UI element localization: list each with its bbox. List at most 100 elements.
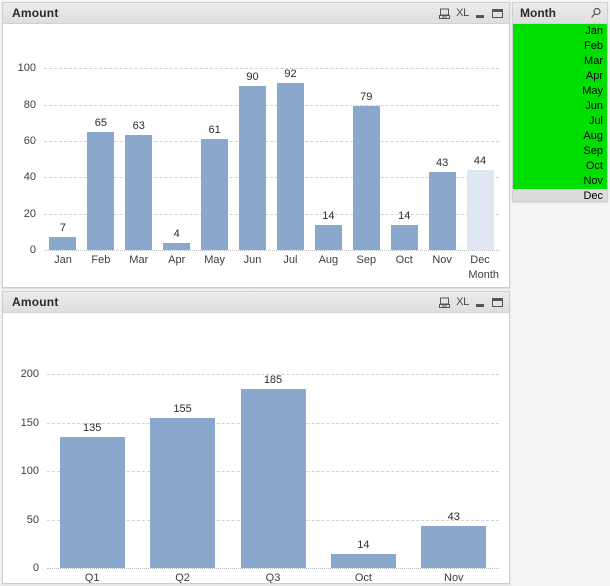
bar-chart-period[interactable]: 050100150200135Q1155Q2185Q314Oct43NovPer… bbox=[3, 313, 509, 583]
x-axis-tick-label[interactable]: May bbox=[196, 254, 234, 266]
bar-value-label: 155 bbox=[173, 402, 192, 415]
y-axis-tick-label: 20 bbox=[23, 207, 36, 220]
export-to-excel-icon[interactable]: XL bbox=[456, 296, 469, 308]
listbox-item[interactable]: Jun bbox=[513, 99, 607, 114]
app-root: Amount XL 0 20 40 60 80 100 7 Jan 65 Feb… bbox=[0, 0, 610, 586]
y-axis-tick-label: 0 bbox=[32, 562, 39, 574]
maximize-icon[interactable] bbox=[492, 297, 503, 308]
bar-value-label: 61 bbox=[208, 124, 221, 137]
y-axis-tick-label: 100 bbox=[17, 62, 36, 75]
y-axis-tick-label: 60 bbox=[23, 134, 36, 147]
x-axis-tick-label[interactable]: Oct bbox=[318, 572, 408, 583]
listbox-items[interactable]: Jan Feb Mar Apr May Jun Jul Aug Sep Oct Nov Dec bbox=[513, 24, 607, 201]
plot-area: 0 20 40 60 80 100 7 Jan 65 Feb 63 Mar 4 Apr 61 May 90 Jun… bbox=[18, 50, 499, 281]
minimize-icon[interactable] bbox=[475, 297, 486, 308]
x-axis-tick-label[interactable]: Jun bbox=[234, 254, 272, 266]
x-axis-tick-label[interactable]: Jul bbox=[272, 254, 310, 266]
bar-value-label: 14 bbox=[357, 539, 370, 552]
x-axis-tick-label[interactable]: Q1 bbox=[47, 572, 137, 583]
chart-object-amount-by-period[interactable]: Amount XL 0 50 100 150 200 135 Q1 155 Q2… bbox=[2, 291, 510, 584]
y-axis-tick-label: 100 bbox=[20, 465, 39, 478]
bar[interactable] bbox=[276, 82, 304, 250]
bar[interactable] bbox=[421, 526, 487, 568]
chart2-caption-icons: XL bbox=[439, 296, 503, 308]
bar-value-label: 43 bbox=[435, 156, 449, 169]
magnifier-icon[interactable] bbox=[590, 7, 602, 19]
listbox-item[interactable]: Jan bbox=[513, 24, 607, 39]
listbox-caption-bar[interactable]: Month bbox=[513, 3, 607, 24]
bar[interactable] bbox=[314, 224, 342, 250]
maximize-icon[interactable] bbox=[492, 8, 503, 19]
axis-baseline bbox=[47, 568, 499, 569]
bar[interactable] bbox=[240, 388, 306, 568]
listbox-item[interactable]: Apr bbox=[513, 69, 607, 84]
listbox-item[interactable]: Sep bbox=[513, 144, 607, 159]
x-axis-tick-label[interactable]: Aug bbox=[309, 254, 347, 266]
bar[interactable] bbox=[239, 86, 267, 250]
bar[interactable] bbox=[125, 135, 153, 250]
x-axis-tick-label[interactable]: Q2 bbox=[137, 572, 227, 583]
bar[interactable] bbox=[163, 242, 191, 250]
x-axis-tick-label[interactable]: Q3 bbox=[228, 572, 318, 583]
bar-value-label: 90 bbox=[246, 71, 259, 84]
y-axis-tick-label: 50 bbox=[26, 513, 39, 526]
bar[interactable] bbox=[59, 437, 125, 568]
listbox-item[interactable]: Oct bbox=[513, 159, 607, 174]
chart1-caption-icons: XL bbox=[439, 7, 503, 19]
bar-value-label: 43 bbox=[447, 511, 460, 524]
bar[interactable] bbox=[390, 224, 418, 250]
listbox-month[interactable]: Month Jan Feb Mar Apr May Jun Jul Aug Sep Oct Nov D… bbox=[512, 2, 608, 202]
listbox-item[interactable]: May bbox=[513, 84, 607, 99]
chart1-caption-bar[interactable]: Amount XL bbox=[3, 3, 509, 24]
report-icon[interactable] bbox=[439, 8, 451, 19]
chart1-title: Amount bbox=[12, 6, 59, 20]
listbox-item[interactable]: Aug bbox=[513, 129, 607, 144]
axis-baseline bbox=[44, 250, 499, 251]
x-axis-title: Month bbox=[468, 269, 499, 281]
chart2-caption-bar[interactable]: Amount XL bbox=[3, 292, 509, 313]
x-axis-tick-label[interactable]: Dec bbox=[461, 254, 499, 266]
x-axis-tick-label[interactable]: Nov bbox=[423, 254, 461, 266]
listbox-item[interactable]: Jul bbox=[513, 114, 607, 129]
x-axis-tick-label[interactable]: Feb bbox=[82, 254, 120, 266]
bar-value-label: 65 bbox=[94, 116, 107, 129]
listbox-item[interactable]: Feb bbox=[513, 39, 607, 54]
x-axis-tick-label[interactable]: Jan bbox=[44, 254, 82, 266]
bar[interactable] bbox=[352, 106, 380, 250]
chart2-title: Amount bbox=[12, 295, 59, 309]
x-axis-tick-label[interactable]: Mar bbox=[120, 254, 158, 266]
bar-value-label: 7 bbox=[59, 222, 67, 235]
chart1-body: 0 20 40 60 80 100 7 Jan 65 Feb 63 Mar 4 Apr 61 May 90 Jun… bbox=[3, 24, 509, 287]
y-axis-tick-label: 200 bbox=[20, 368, 39, 381]
x-axis-tick-label[interactable]: Oct bbox=[385, 254, 423, 266]
bar-chart-month[interactable]: 0 20 40 60 80 100 7 Jan 65 Feb 63 Mar 4 Apr 61 May 90 Jun… bbox=[3, 24, 509, 287]
bar[interactable] bbox=[201, 139, 229, 250]
bar[interactable] bbox=[428, 171, 456, 250]
bar[interactable] bbox=[466, 170, 494, 250]
bar-value-label: 92 bbox=[284, 67, 297, 80]
listbox-item[interactable]: Mar bbox=[513, 54, 607, 69]
bar[interactable] bbox=[330, 554, 396, 568]
gridline bbox=[44, 104, 499, 106]
y-axis-tick-label: 150 bbox=[20, 416, 39, 429]
bar-value-label: 14 bbox=[322, 209, 335, 222]
bar[interactable] bbox=[87, 131, 115, 250]
x-axis-tick-label[interactable]: Apr bbox=[158, 254, 196, 266]
bar-value-label: 79 bbox=[360, 91, 373, 104]
chart2-body: 050100150200135Q1155Q2185Q314Oct43NovPer… bbox=[3, 313, 509, 583]
x-axis-tick-label[interactable]: Nov bbox=[409, 572, 499, 583]
listbox-title: Month bbox=[520, 6, 556, 20]
report-icon[interactable] bbox=[439, 297, 451, 308]
bar[interactable] bbox=[150, 417, 216, 568]
x-axis-tick-label[interactable]: Sep bbox=[347, 254, 385, 266]
plot-area: 050100150200135Q1155Q2185Q314Oct43NovPer… bbox=[21, 355, 499, 583]
listbox-item[interactable]: Dec bbox=[513, 189, 607, 201]
export-to-excel-icon[interactable]: XL bbox=[456, 7, 469, 19]
listbox-item[interactable]: Nov bbox=[513, 174, 607, 189]
chart-object-amount-by-month[interactable]: Amount XL 0 20 40 60 80 100 7 Jan 65 Feb… bbox=[2, 2, 510, 288]
y-axis-tick-label: 40 bbox=[23, 171, 36, 184]
bar[interactable] bbox=[49, 237, 77, 250]
minimize-icon[interactable] bbox=[475, 8, 486, 19]
bar-value-label: 44 bbox=[473, 155, 487, 167]
y-axis-tick-label: 80 bbox=[23, 98, 36, 111]
